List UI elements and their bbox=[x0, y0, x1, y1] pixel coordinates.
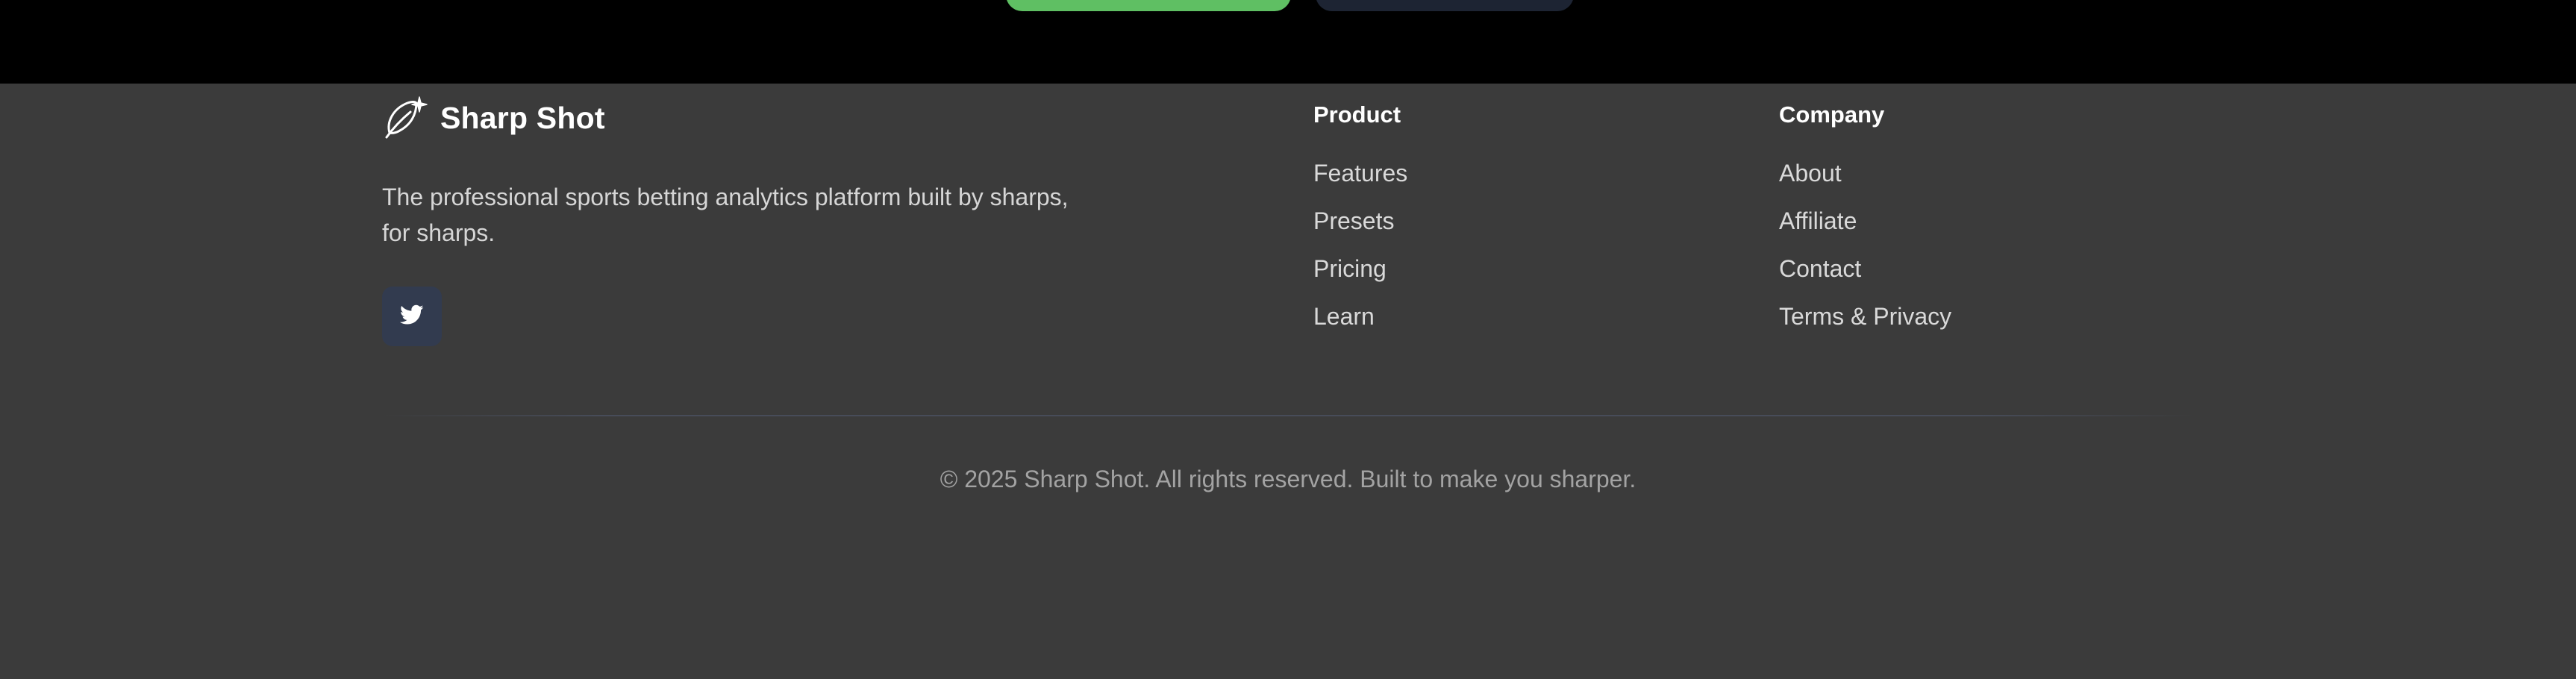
brand-tagline: The professional sports betting analytic… bbox=[382, 184, 1069, 246]
product-links: Features Presets Pricing Learn bbox=[1313, 158, 1407, 349]
footer-link-about[interactable]: About bbox=[1779, 158, 1951, 206]
footer-column-product: Product Features Presets Pricing Learn bbox=[1313, 100, 1407, 349]
twitter-icon bbox=[399, 304, 424, 329]
brand-name: Sharp Shot bbox=[440, 100, 605, 135]
footer-link-affiliate[interactable]: Affiliate bbox=[1779, 206, 1951, 254]
footer-link-learn[interactable]: Learn bbox=[1313, 301, 1407, 349]
copyright-text: © 2025 Sharp Shot. All rights reserved. … bbox=[940, 466, 1636, 492]
column-title-product: Product bbox=[1313, 101, 1401, 128]
feather-sparkle-logo-icon bbox=[382, 94, 430, 142]
footer-link-presets[interactable]: Presets bbox=[1313, 206, 1407, 254]
footer-divider bbox=[382, 415, 2194, 416]
twitter-link[interactable] bbox=[382, 287, 442, 346]
footer-column-company: Company About Affiliate Contact Terms & … bbox=[1779, 100, 1951, 349]
column-title-company: Company bbox=[1779, 101, 1885, 128]
secondary-cta-button[interactable] bbox=[1316, 0, 1574, 11]
footer-link-terms-privacy[interactable]: Terms & Privacy bbox=[1779, 301, 1951, 349]
footer-link-pricing[interactable]: Pricing bbox=[1313, 254, 1407, 301]
company-links: About Affiliate Contact Terms & Privacy bbox=[1779, 158, 1951, 349]
footer-brand[interactable]: Sharp Shot bbox=[382, 94, 605, 142]
primary-cta-button[interactable] bbox=[1006, 0, 1291, 11]
footer-link-contact[interactable]: Contact bbox=[1779, 254, 1951, 301]
site-footer bbox=[0, 84, 2576, 679]
footer-link-features[interactable]: Features bbox=[1313, 158, 1407, 206]
cta-section-bottom bbox=[0, 0, 2576, 84]
